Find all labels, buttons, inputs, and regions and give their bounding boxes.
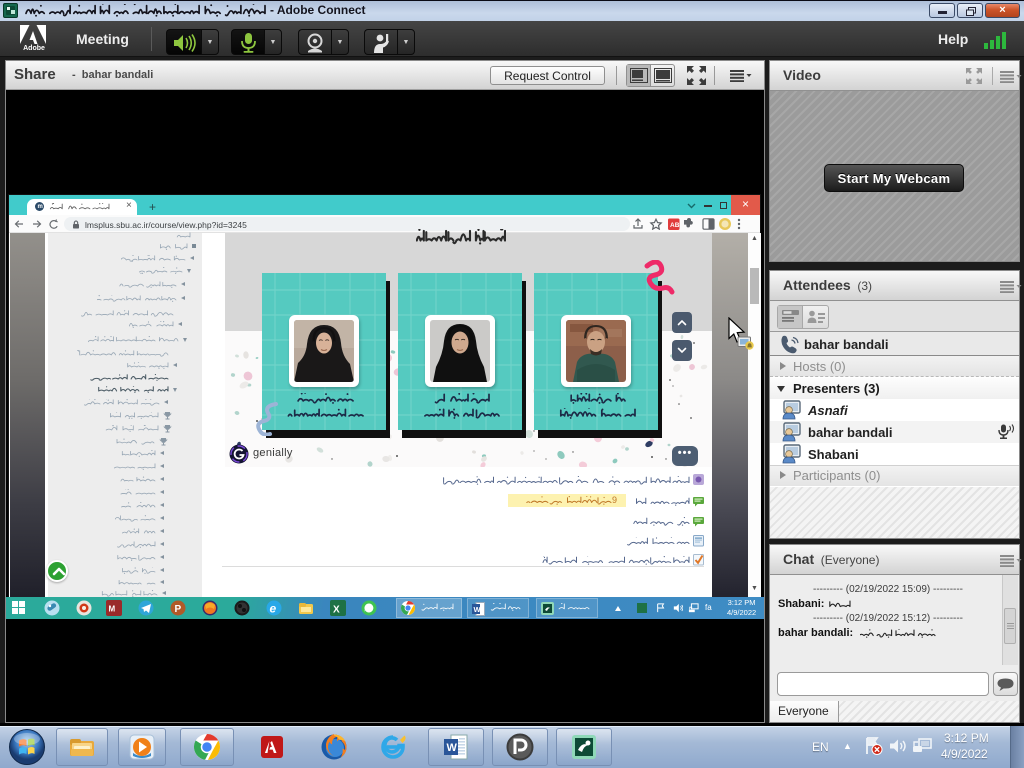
svg-text:X: X xyxy=(333,605,340,616)
svg-text:AB: AB xyxy=(670,222,680,229)
svg-text:P: P xyxy=(175,604,182,615)
svg-text:e: e xyxy=(270,602,277,616)
svg-text:W: W xyxy=(474,605,482,614)
svg-text:M: M xyxy=(109,605,116,614)
svg-text:W: W xyxy=(447,742,458,754)
